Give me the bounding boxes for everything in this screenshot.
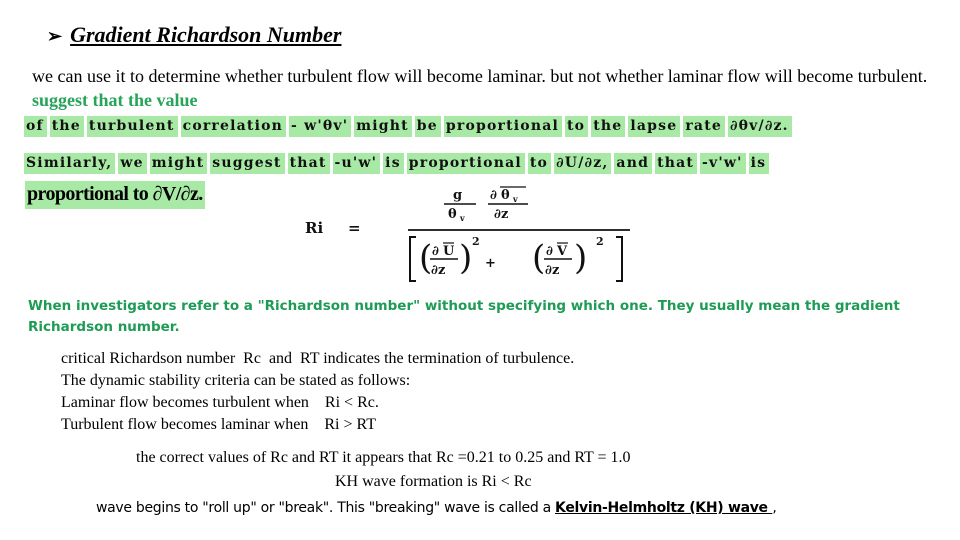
right-paren-1: ) — [459, 238, 472, 278]
hl-word: Similarly, — [24, 153, 116, 174]
formula-dz: ∂z — [494, 207, 508, 222]
hl-word: and — [614, 153, 653, 174]
formula-dz-v: ∂z — [545, 263, 559, 278]
values-line-2: KH wave formation is Ri < Rc — [335, 473, 532, 490]
left-bracket — [409, 236, 416, 282]
green-note: When investigators refer to a "Richardso… — [28, 298, 900, 335]
hl-word: the — [591, 116, 626, 137]
formula-theta: θ — [448, 207, 457, 222]
hl-word: proportional — [443, 116, 562, 137]
hl-word: rate — [683, 116, 725, 137]
formula-dz-u: ∂z — [431, 263, 445, 278]
stability-criteria: critical Richardson number Rc and RT ind… — [61, 348, 574, 436]
highlighted-line-2: Similarly, we might suggest that -u'w' is propo… — [24, 153, 772, 174]
hl-word: to — [565, 116, 589, 137]
criteria-line: Turbulent flow becomes laminar when Ri >… — [61, 416, 376, 433]
hl-word: turbulent — [86, 116, 178, 137]
formula-lhs: Ri — [305, 219, 323, 237]
hl-word: lapse — [628, 116, 681, 137]
critical-values: the correct values of Rc and RT it appea… — [136, 446, 631, 494]
hl-word: is — [383, 153, 404, 174]
kh-wave-line: wave begins to "roll up" or "break". Thi… — [96, 500, 777, 516]
hl-word: might — [354, 116, 412, 137]
criteria-line: Laminar flow becomes turbulent when Ri <… — [61, 394, 379, 411]
intro-text: we can use it to determine whether turbu… — [32, 66, 928, 86]
exp-1: 2 — [472, 235, 480, 248]
formula-U: U — [443, 244, 455, 259]
arrow-bullet-icon: ➢ — [47, 26, 63, 46]
kh-suffix: , — [772, 500, 777, 516]
hl-word: be — [414, 116, 441, 137]
highlighted-line-1: of the turbulent correlation - w'θv' might be p… — [24, 116, 795, 137]
hl-word: ∂θv/∂z. — [727, 116, 792, 137]
formula-theta-sub: v — [459, 213, 465, 223]
hl-word: that — [287, 153, 330, 174]
criteria-line: The dynamic stability criteria can be st… — [61, 372, 411, 389]
formula-V: V — [556, 244, 568, 259]
intro-paragraph: we can use it to determine whether turbu… — [32, 64, 932, 112]
left-paren-2: ( — [532, 238, 545, 278]
hl-word: ∂U/∂z, — [554, 153, 612, 174]
right-bracket — [616, 236, 623, 282]
hl-word: to — [527, 153, 552, 174]
formula-partial-v: ∂ — [546, 244, 553, 259]
hl-word: might — [149, 153, 208, 174]
formula-svg: Ri = g θ v ∂ θ v ∂z ( ∂ U ∂z ) 2 + ( ∂ V… — [305, 186, 630, 282]
formula-g: g — [453, 188, 462, 203]
formula-partial: ∂ — [490, 188, 497, 203]
kh-prefix: wave begins to "roll up" or "break". Thi… — [96, 500, 556, 516]
hl-word: the — [49, 116, 84, 137]
formula-plus: + — [485, 256, 496, 271]
hl-phrase: proportional to ∂V/∂z. — [25, 181, 205, 209]
hl-word: proportional — [406, 153, 525, 174]
formula-equals: = — [348, 219, 361, 237]
formula-theta2: θ — [501, 188, 510, 203]
highlighted-line-3: proportional to ∂V/∂z. — [25, 181, 205, 209]
hl-word: we — [118, 153, 147, 174]
exp-2: 2 — [596, 235, 604, 248]
right-paren-2: ) — [574, 238, 587, 278]
formula-theta2-sub: v — [512, 194, 518, 204]
values-line-1: the correct values of Rc and RT it appea… — [136, 449, 631, 466]
slide-heading: ➢ Gradient Richardson Number — [47, 22, 341, 48]
hl-word: -v'w' — [700, 153, 746, 174]
hl-word: of — [24, 116, 47, 137]
hl-word: correlation — [180, 116, 287, 137]
hl-word: is — [748, 153, 770, 174]
hl-word: suggest — [210, 153, 285, 174]
criteria-line: critical Richardson number Rc and RT ind… — [61, 350, 575, 367]
hl-word: -u'w' — [332, 153, 381, 174]
richardson-formula: Ri = g θ v ∂ θ v ∂z ( ∂ U ∂z ) 2 + ( ∂ V… — [300, 185, 640, 285]
heading-title: Gradient Richardson Number — [70, 22, 342, 47]
hl-word: - w'θv' — [289, 116, 352, 137]
hl-word: that — [655, 153, 698, 174]
intro-highlight: suggest that the value — [32, 90, 198, 110]
kh-term: Kelvin-Helmholtz (KH) wave — [555, 500, 773, 516]
formula-partial-u: ∂ — [432, 244, 439, 259]
